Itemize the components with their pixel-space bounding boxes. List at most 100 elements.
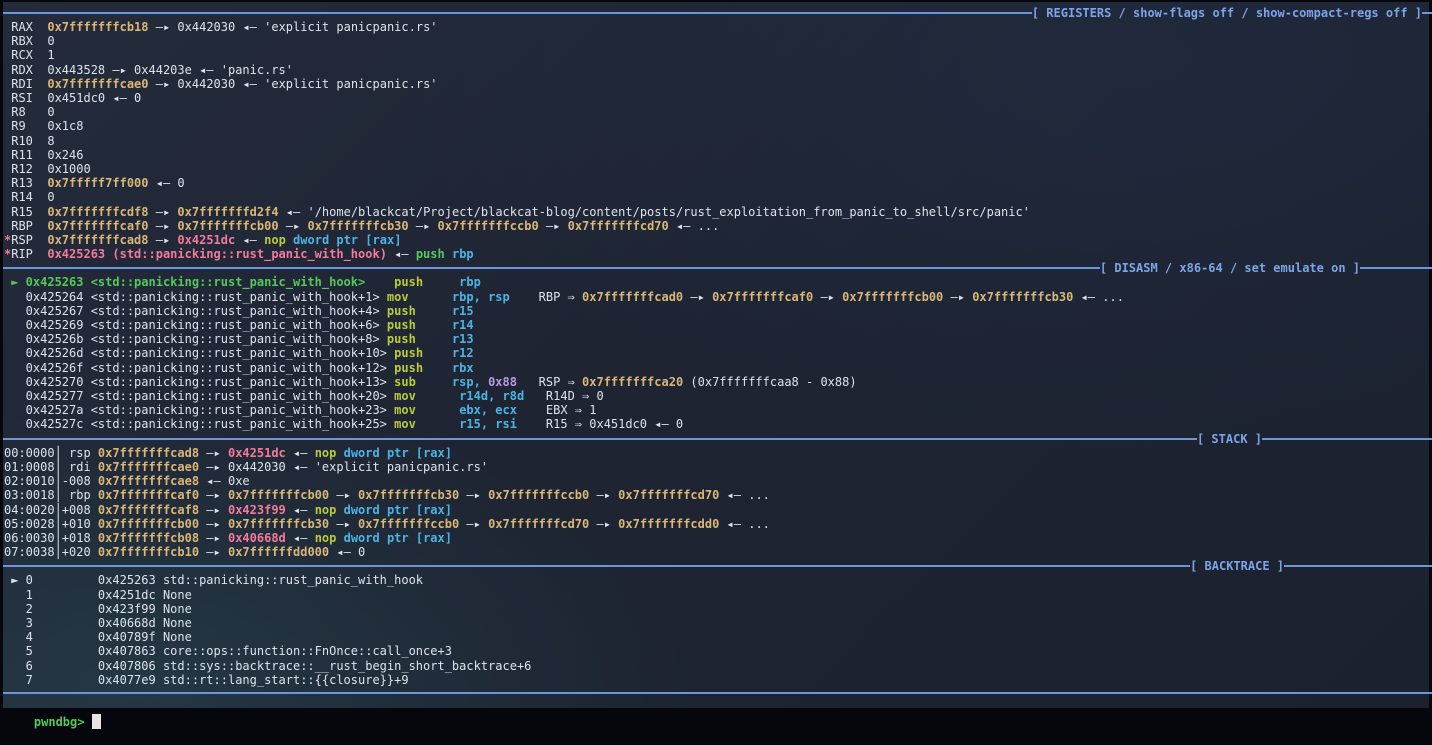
text-segment: 0x7fffffffcb08 bbox=[98, 531, 199, 545]
register-row: RBX 0 bbox=[4, 34, 1429, 48]
text-segment: —▸ bbox=[199, 531, 228, 545]
register-row: R8 0 bbox=[4, 105, 1429, 119]
text-segment: 05:0028│+010 bbox=[4, 517, 98, 531]
disasm-row: 0x425269 <std::panicking::rust_panic_wit… bbox=[4, 318, 1429, 332]
text-segment: R12 0x1000 bbox=[4, 162, 91, 176]
text-segment: —▸ bbox=[813, 290, 842, 304]
text-segment bbox=[409, 290, 452, 304]
registers-header-rule-left bbox=[3, 12, 1032, 14]
text-segment: —▸ bbox=[279, 219, 308, 233]
text-segment: —▸ bbox=[199, 460, 228, 474]
text-segment bbox=[336, 503, 343, 517]
text-segment: r15, rsi bbox=[459, 417, 517, 431]
text-segment bbox=[517, 403, 546, 417]
text-segment: push bbox=[394, 346, 423, 360]
text-segment bbox=[517, 375, 539, 389]
text-segment: ebx, ecx bbox=[459, 403, 517, 417]
text-segment: 07:0038│+020 bbox=[4, 545, 98, 559]
register-row: *RSP 0x7fffffffcad8 —▸ 0x4251dc ◂— nop d… bbox=[4, 233, 1429, 247]
backtrace-header-rule-left bbox=[3, 565, 1190, 567]
disasm-header-rule-left bbox=[3, 267, 1100, 269]
text-segment: 0x7fffffffccb0 bbox=[358, 517, 459, 531]
text-segment: r12 bbox=[452, 346, 474, 360]
register-row: R10 8 bbox=[4, 134, 1429, 148]
stack-header-rule-right bbox=[1262, 438, 1432, 440]
text-segment: —▸ bbox=[589, 488, 618, 502]
text-segment: 0x7fffffffcd70 bbox=[488, 517, 589, 531]
text-segment: 0x425264 <std::panicking::rust_panic_wit… bbox=[4, 290, 387, 304]
text-segment: 0x7fffffffcb30 bbox=[228, 517, 329, 531]
text-segment: R15 ⇒ 0x451dc0 ◂— 0 bbox=[546, 417, 683, 431]
text-segment: 0x42527a <std::panicking::rust_panic_wit… bbox=[4, 403, 394, 417]
register-row: RBP 0x7fffffffcaf0 —▸ 0x7fffffffcb00 —▸ … bbox=[4, 219, 1429, 233]
text-segment: —▸ bbox=[149, 77, 178, 91]
text-segment: 0x7fffffffd2f4 bbox=[177, 205, 278, 219]
stack-header: [ STACK ] bbox=[3, 432, 1432, 446]
text-segment: 0x7fffffffcdd0 bbox=[618, 517, 719, 531]
disasm-row: 0x425270 <std::panicking::rust_panic_wit… bbox=[4, 375, 1429, 389]
text-segment: 0x40668d bbox=[228, 531, 286, 545]
text-segment: EBX ⇒ 1 bbox=[546, 403, 597, 417]
text-segment: 0x7fffffffcb00 bbox=[842, 290, 943, 304]
text-segment bbox=[510, 290, 539, 304]
text-segment: push bbox=[416, 247, 445, 261]
text-segment: 02:0010│-008 bbox=[4, 474, 98, 488]
backtrace-row: 7 0x4077e9 std::rt::lang_start::{{closur… bbox=[4, 673, 1429, 687]
registers-header-rule-right bbox=[1422, 12, 1432, 14]
text-segment: 0x7fffffffcae8 bbox=[98, 474, 199, 488]
text-segment: ◂— 0xe bbox=[199, 474, 250, 488]
text-segment: 0x42526f <std::panicking::rust_panic_wit… bbox=[4, 361, 394, 375]
text-segment: 0x7fffffffcb18 bbox=[47, 20, 148, 34]
register-row: R15 0x7fffffffcdf8 —▸ 0x7fffffffd2f4 ◂— … bbox=[4, 205, 1429, 219]
stack-panel: [ STACK ] 00:0000│ rsp 0x7fffffffcad8 —▸… bbox=[4, 432, 1429, 560]
disasm-header-label: [ DISASM / x86-64 / set emulate on ] bbox=[1100, 261, 1360, 275]
text-segment: dword ptr [rax] bbox=[344, 531, 452, 545]
text-segment: —▸ bbox=[459, 517, 488, 531]
disasm-row: 0x42526b <std::panicking::rust_panic_wit… bbox=[4, 332, 1429, 346]
backtrace-row: 5 0x407863 core::ops::function::FnOnce::… bbox=[4, 644, 1429, 658]
disasm-row: 0x425267 <std::panicking::rust_panic_wit… bbox=[4, 304, 1429, 318]
text-segment: R15 bbox=[4, 205, 47, 219]
text-segment: dword ptr [rax] bbox=[344, 446, 452, 460]
backtrace-row: 4 0x40789f None bbox=[4, 630, 1429, 644]
command-prompt[interactable]: pwndbg> bbox=[4, 699, 1429, 745]
stack-row: 04:0020│+008 0x7fffffffcaf8 —▸ 0x423f99 … bbox=[4, 503, 1429, 517]
text-segment: 0x88 bbox=[488, 375, 517, 389]
text-segment: push bbox=[387, 318, 416, 332]
backtrace-header: [ BACKTRACE ] bbox=[3, 559, 1432, 573]
text-segment bbox=[423, 361, 452, 375]
register-row: RSI 0x451dc0 ◂— 0 bbox=[4, 91, 1429, 105]
text-segment: dword ptr [rax] bbox=[344, 503, 452, 517]
text-segment: —▸ bbox=[459, 488, 488, 502]
text-segment: R9 0x1c8 bbox=[4, 119, 83, 133]
text-segment: 0x42527c <std::panicking::rust_panic_wit… bbox=[4, 417, 394, 431]
text-segment: nop bbox=[264, 233, 286, 247]
text-segment: ◂— ... bbox=[1073, 290, 1124, 304]
text-segment: ► 0x425263 <std::panicking::rust_panic_w… bbox=[4, 275, 394, 289]
text-segment: R8 0 bbox=[4, 105, 55, 119]
disasm-row: 0x42527a <std::panicking::rust_panic_wit… bbox=[4, 403, 1429, 417]
prompt-label: pwndbg> bbox=[34, 715, 85, 729]
text-segment: ◂— bbox=[286, 531, 315, 545]
text-segment: nop bbox=[315, 446, 337, 460]
text-segment: mov bbox=[387, 290, 409, 304]
stack-row: 01:0008│ rdi 0x7fffffffcae0 —▸ 0x442030 … bbox=[4, 460, 1429, 474]
register-row: R14 0 bbox=[4, 190, 1429, 204]
text-segment: 0x7fffffffcad8 bbox=[98, 446, 199, 460]
text-segment bbox=[445, 247, 452, 261]
text-segment: push bbox=[394, 361, 423, 375]
text-segment: 0x4251dc bbox=[177, 233, 235, 247]
text-segment: mov bbox=[394, 389, 416, 403]
text-segment: ◂— ... bbox=[719, 517, 770, 531]
text-segment: 0x7fffffffcad0 bbox=[582, 290, 683, 304]
text-segment: mov bbox=[394, 403, 416, 417]
text-segment bbox=[416, 417, 459, 431]
text-segment: ◂— ... bbox=[719, 488, 770, 502]
backtrace-header-label: [ BACKTRACE ] bbox=[1190, 559, 1284, 573]
text-segment: 03:0018│ rbp bbox=[4, 488, 98, 502]
text-segment: 1 0x4251dc None bbox=[4, 588, 192, 602]
text-segment: 0x7fffffffcb30 bbox=[307, 219, 408, 233]
text-segment: 0x423f99 bbox=[228, 503, 286, 517]
register-row: RCX 1 bbox=[4, 48, 1429, 62]
pwndbg-terminal: [ REGISTERS / show-flags off / show-comp… bbox=[0, 0, 1432, 711]
